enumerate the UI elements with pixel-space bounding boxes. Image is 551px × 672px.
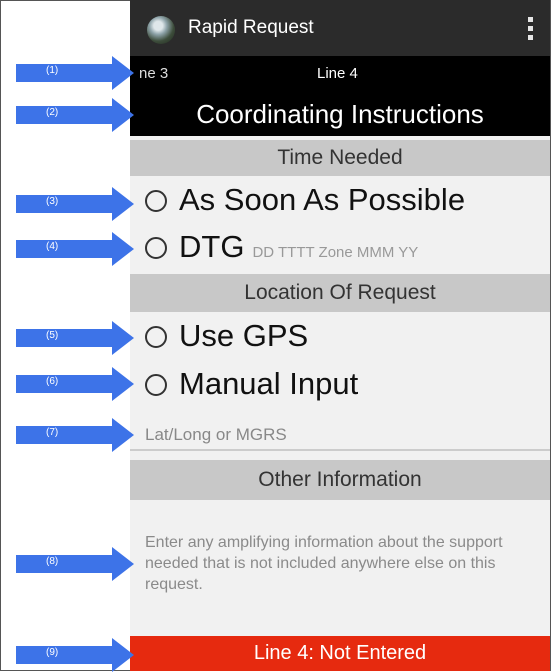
callout-number: (9): [46, 647, 59, 658]
callout-arrow-icon: [112, 232, 134, 266]
callout-arrow-icon: [112, 56, 134, 90]
time-needed-header: Time Needed: [130, 140, 550, 176]
coordinates-placeholder: Lat/Long or MGRS: [145, 425, 287, 444]
callout-3: (3): [16, 187, 134, 221]
callout-box: [16, 646, 112, 664]
callout-8: (8): [16, 547, 134, 581]
radio-button[interactable]: [145, 190, 167, 212]
callout-number: (5): [46, 330, 59, 341]
callout-box: [16, 426, 112, 444]
callout-box: [16, 240, 112, 258]
callout-box: [16, 64, 112, 82]
app-globe-icon[interactable]: [147, 16, 175, 44]
coordinates-input[interactable]: Lat/Long or MGRS: [130, 425, 550, 453]
callout-7: (7): [16, 418, 134, 452]
overflow-menu-icon[interactable]: [526, 17, 534, 43]
other-information-header: Other Information: [130, 460, 550, 500]
radio-button[interactable]: [145, 237, 167, 259]
callout-arrow-icon: [112, 98, 134, 132]
tab-line-4[interactable]: Line 4: [317, 65, 358, 82]
phone-screen: Rapid Request ne 3 Line 4 Coordinating I…: [130, 0, 550, 671]
radio-dtg-label: DTG DD TTTT Zone MMM YY: [179, 229, 418, 265]
app-title: Rapid Request: [188, 17, 314, 38]
dtg-format-hint: DD TTTT Zone MMM YY: [252, 244, 419, 261]
callout-number: (8): [46, 556, 59, 567]
location-header: Location Of Request: [130, 274, 550, 312]
radio-use-gps-label: Use GPS: [179, 318, 309, 353]
other-information-input[interactable]: Enter any amplifying information about t…: [145, 532, 540, 595]
input-underline: [130, 449, 550, 451]
radio-manual-input-label: Manual Input: [179, 366, 359, 401]
callout-arrow-icon: [112, 547, 134, 581]
section-header: Coordinating Instructions: [130, 92, 550, 136]
callout-9: (9): [16, 638, 134, 672]
callout-box: [16, 195, 112, 213]
callout-6: (6): [16, 367, 134, 401]
radio-dtg-text: DTG: [179, 229, 245, 264]
radio-manual-input[interactable]: Manual Input: [145, 366, 545, 406]
callout-number: (7): [46, 427, 59, 438]
callout-arrow-icon: [112, 187, 134, 221]
callout-number: (3): [46, 196, 59, 207]
callout-number: (1): [46, 65, 59, 76]
callout-4: (4): [16, 232, 134, 266]
line-status-bar: Line 4: Not Entered: [130, 636, 550, 671]
line-tab-strip: ne 3 Line 4: [130, 56, 550, 92]
callout-box: [16, 329, 112, 347]
callout-box: [16, 375, 112, 393]
radio-asap-label: As Soon As Possible: [179, 182, 466, 217]
radio-use-gps[interactable]: Use GPS: [145, 318, 545, 358]
callout-box: [16, 555, 112, 573]
callout-number: (6): [46, 376, 59, 387]
callout-arrow-icon: [112, 367, 134, 401]
callout-number: (4): [46, 241, 59, 252]
callout-5: (5): [16, 321, 134, 355]
radio-button[interactable]: [145, 326, 167, 348]
callout-1: (1): [16, 56, 134, 90]
callout-arrow-icon: [112, 418, 134, 452]
callout-box: [16, 106, 112, 124]
action-bar: Rapid Request: [130, 0, 550, 56]
radio-asap[interactable]: As Soon As Possible: [145, 182, 545, 222]
callout-2: (2): [16, 98, 134, 132]
callout-number: (2): [46, 107, 59, 118]
radio-dtg[interactable]: DTG DD TTTT Zone MMM YY: [145, 229, 545, 269]
callout-arrow-icon: [112, 638, 134, 672]
tab-line-3[interactable]: ne 3: [139, 65, 168, 82]
radio-button[interactable]: [145, 374, 167, 396]
callout-arrow-icon: [112, 321, 134, 355]
